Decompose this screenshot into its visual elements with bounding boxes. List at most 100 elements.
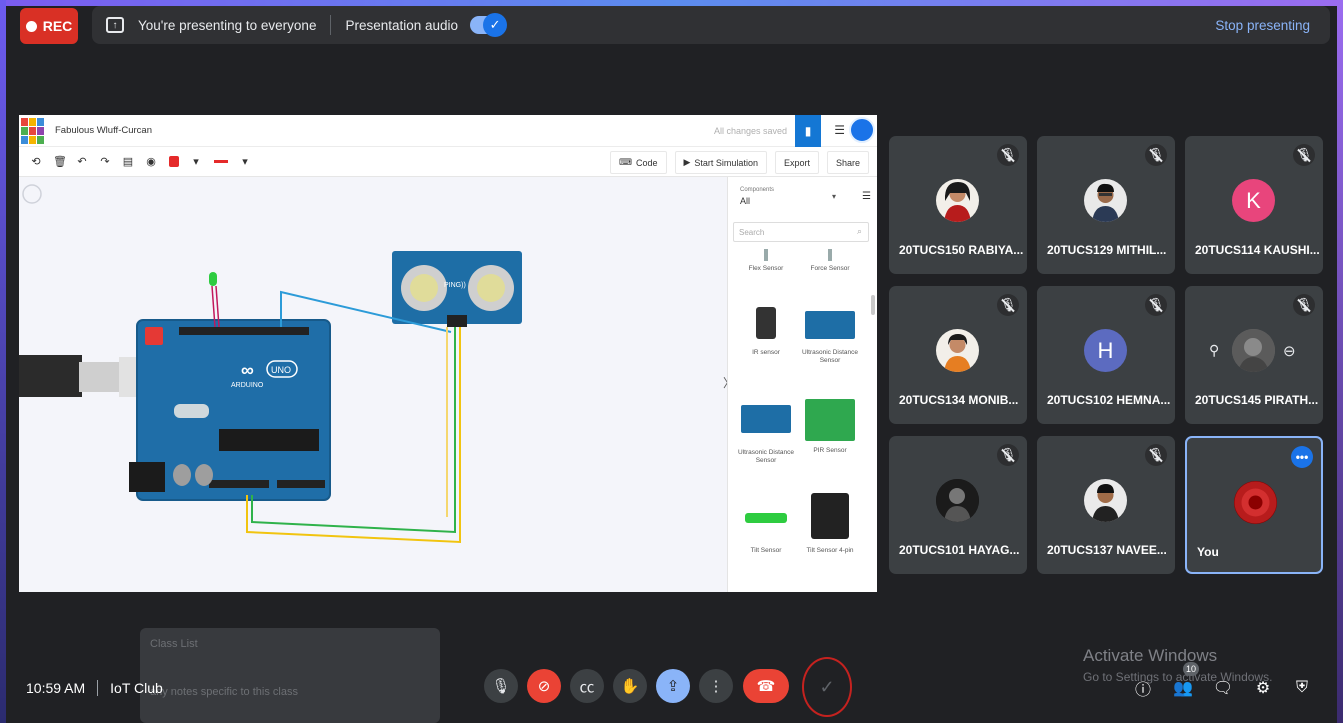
user-avatar[interactable] bbox=[849, 117, 875, 143]
wire-color-picker[interactable] bbox=[169, 156, 179, 167]
participant-tile[interactable]: 🎙 ⚲ ⊖ 20TUCS145 PIRATH... bbox=[1185, 286, 1323, 424]
microphone-button[interactable]: 🎙 bbox=[484, 669, 518, 703]
part-tilt-sensor-4pin[interactable]: Tilt Sensor 4-pin bbox=[800, 493, 860, 555]
record-dot-icon bbox=[25, 20, 37, 32]
avatar-letter: K bbox=[1246, 187, 1261, 213]
present-now-button[interactable]: ⇪ bbox=[656, 669, 690, 703]
share-button[interactable]: Share bbox=[826, 151, 869, 174]
participant-tile[interactable]: 🎙 H 20TUCS102 HEMNA... bbox=[1037, 286, 1175, 424]
part-label: IR sensor bbox=[752, 349, 780, 356]
self-tile[interactable]: ••• You bbox=[1185, 436, 1323, 574]
board-model: UNO bbox=[271, 365, 291, 375]
check-annotation: ✓ bbox=[802, 657, 852, 717]
avatar bbox=[1232, 329, 1275, 372]
part-ir-sensor[interactable]: IR sensor bbox=[736, 307, 796, 357]
avatar bbox=[1234, 481, 1277, 524]
people-icon[interactable]: 👥 bbox=[1171, 676, 1195, 700]
captions-button[interactable]: ㏄ bbox=[570, 669, 604, 703]
chevron-down-icon[interactable]: ▾ bbox=[832, 192, 836, 201]
code-icon: ⌨ bbox=[618, 157, 632, 167]
panel-scrollbar[interactable] bbox=[871, 295, 875, 315]
mic-off-icon: 🎙 bbox=[1145, 444, 1167, 466]
circuit-canvas[interactable]: ∞ ARDUINO UNO PING)) 〉 bbox=[19, 177, 735, 592]
list-view-icon[interactable]: ☰ bbox=[834, 123, 845, 137]
activities-icon[interactable]: ⚙ bbox=[1251, 676, 1275, 700]
meeting-details-icon[interactable]: ⓘ bbox=[1131, 676, 1155, 700]
chevron-down-icon[interactable]: ▾ bbox=[190, 155, 202, 168]
participant-name: 20TUCS101 HAYAG... bbox=[899, 543, 1020, 557]
more-options-button[interactable]: ⋮ bbox=[699, 669, 733, 703]
redo-icon[interactable]: ↷ bbox=[99, 155, 111, 168]
recording-badge[interactable]: REC bbox=[20, 8, 78, 44]
avatar bbox=[936, 179, 979, 222]
participant-tile[interactable]: 🎙 20TUCS101 HAYAG... bbox=[889, 436, 1027, 574]
delete-icon[interactable]: 🗑 bbox=[53, 155, 67, 168]
digital-header bbox=[179, 327, 309, 335]
divider bbox=[97, 680, 99, 696]
participant-name: 20TUCS102 HEMNA... bbox=[1047, 393, 1171, 407]
presentation-audio-toggle[interactable]: ✓ bbox=[470, 13, 508, 37]
project-name[interactable]: Fabulous Wluff-Curcan bbox=[55, 125, 152, 136]
code-button[interactable]: ⌨ Code bbox=[609, 151, 667, 174]
avatar bbox=[1084, 179, 1127, 222]
tinkercad-header: Fabulous Wluff-Curcan All changes saved … bbox=[19, 115, 877, 147]
component-search-input[interactable]: Search ⌕ bbox=[733, 222, 869, 242]
wire-type-picker[interactable] bbox=[214, 160, 228, 163]
participant-tile[interactable]: 🎙 20TUCS150 RABIYA... bbox=[889, 136, 1027, 274]
part-tilt-sensor[interactable]: Tilt Sensor bbox=[736, 513, 796, 555]
present-screen-icon: ↑ bbox=[106, 17, 124, 33]
chat-icon[interactable]: 🗨 bbox=[1211, 676, 1235, 700]
rotate-icon[interactable]: ⟲ bbox=[30, 155, 42, 168]
power-header bbox=[209, 480, 269, 488]
components-select[interactable]: All bbox=[740, 196, 750, 206]
part-label: Tilt Sensor 4-pin bbox=[806, 547, 854, 554]
save-status: All changes saved bbox=[713, 125, 787, 136]
host-controls-icon[interactable]: ⛨ bbox=[1290, 676, 1314, 700]
avatar-letter: H bbox=[1097, 337, 1114, 363]
participant-tile[interactable]: 🎙 20TUCS129 MITHIL... bbox=[1037, 136, 1175, 274]
avatar bbox=[1084, 479, 1127, 522]
hand-icon: ✋ bbox=[620, 678, 640, 695]
class-list-overlay: Class List any notes specific to this cl… bbox=[140, 628, 440, 723]
presenting-bar: ↑ You're presenting to everyone Presenta… bbox=[92, 6, 1330, 44]
part-ultrasonic-sensor[interactable]: Ultrasonic Distance Sensor bbox=[800, 311, 860, 365]
components-panel: Components All ▾ ☰ Search ⌕ Flex Sensor … bbox=[727, 177, 877, 592]
reset-button bbox=[145, 327, 163, 345]
start-simulation-button[interactable]: ▶ Start Simulation bbox=[674, 151, 767, 174]
avatar: K bbox=[1232, 179, 1275, 222]
crystal bbox=[174, 404, 209, 418]
participant-tile[interactable]: 🎙 20TUCS137 NAVEE... bbox=[1037, 436, 1175, 574]
stop-presenting-button[interactable]: Stop presenting bbox=[1215, 18, 1310, 33]
part-ultrasonic-sensor[interactable]: Ultrasonic Distance Sensor bbox=[736, 405, 796, 465]
part-force-sensor[interactable]: Force Sensor bbox=[800, 249, 860, 273]
mic-off-icon: 🎙 bbox=[997, 144, 1019, 166]
eye-icon[interactable]: ◉ bbox=[145, 155, 157, 168]
mic-off-icon: 🎙 bbox=[997, 444, 1019, 466]
participant-name: 20TUCS134 MONIB... bbox=[899, 393, 1019, 407]
participant-tile[interactable]: 🎙 20TUCS134 MONIB... bbox=[889, 286, 1027, 424]
export-button[interactable]: Export bbox=[774, 151, 819, 174]
part-flex-sensor[interactable]: Flex Sensor bbox=[736, 249, 796, 273]
usb-connector bbox=[79, 362, 119, 392]
pin-icon[interactable]: ⚲ bbox=[1209, 342, 1219, 359]
more-options-icon[interactable]: ••• bbox=[1291, 446, 1313, 468]
undo-icon[interactable]: ↶ bbox=[76, 155, 88, 168]
part-pir-sensor[interactable]: PIR Sensor bbox=[800, 399, 860, 455]
remove-icon[interactable]: ⊖ bbox=[1283, 342, 1296, 360]
notes-icon[interactable]: ▤ bbox=[122, 155, 134, 168]
part-label: Ultrasonic Distance Sensor bbox=[738, 449, 794, 464]
camera-off-button[interactable]: ⊘ bbox=[527, 669, 561, 703]
circuit-view-button[interactable]: ▮ bbox=[795, 115, 821, 147]
raise-hand-button[interactable]: ✋ bbox=[613, 669, 647, 703]
mic-off-icon: 🎙 bbox=[997, 294, 1019, 316]
meeting-name: IoT Club bbox=[110, 680, 163, 696]
class-list-title: Class List bbox=[150, 638, 198, 650]
zoom-fit-icon bbox=[22, 184, 42, 204]
chevron-down-icon[interactable]: ▾ bbox=[239, 155, 251, 168]
leave-call-button[interactable]: ☎ bbox=[743, 669, 789, 703]
list-view-icon[interactable]: ☰ bbox=[862, 191, 871, 202]
part-label: Force Sensor bbox=[810, 265, 850, 272]
shared-screen: Fabulous Wluff-Curcan All changes saved … bbox=[19, 115, 877, 592]
participant-tile[interactable]: 🎙 K 20TUCS114 KAUSHI... bbox=[1185, 136, 1323, 274]
presenting-text: You're presenting to everyone bbox=[138, 17, 317, 33]
